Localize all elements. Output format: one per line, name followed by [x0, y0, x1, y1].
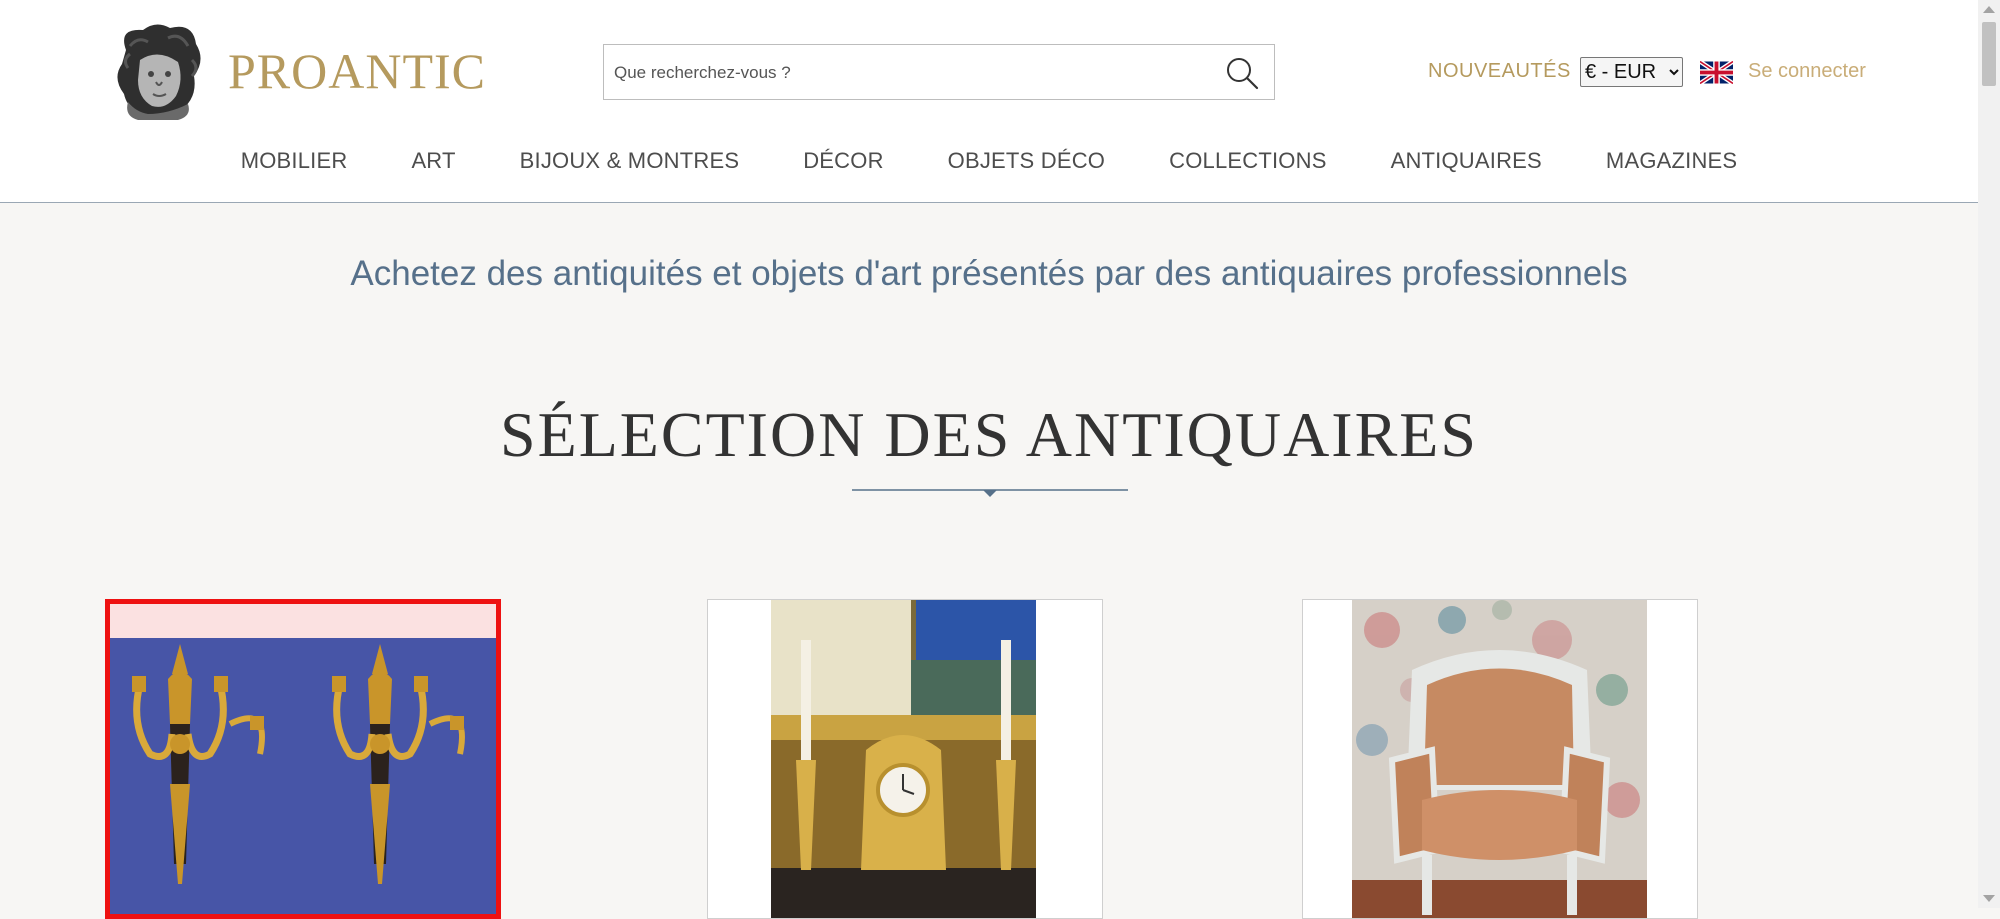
page-scrollbar[interactable]: [1978, 0, 2000, 908]
search-input[interactable]: [612, 45, 1206, 101]
product-card-sconces[interactable]: [105, 599, 501, 919]
new-arrivals-link[interactable]: NOUVEAUTÉS: [1428, 60, 1571, 83]
nav-item-mobilier[interactable]: MOBILIER: [241, 148, 348, 174]
nav-item-art[interactable]: ART: [411, 148, 455, 174]
logo-bust-icon: [117, 24, 201, 120]
search-bar: [603, 44, 1275, 101]
product-card-clock-garniture[interactable]: [707, 599, 1103, 919]
login-link[interactable]: Se connecter: [1748, 60, 1866, 83]
section-title: SÉLECTION DES ANTIQUAIRES: [500, 399, 1478, 470]
nav-item-collections[interactable]: COLLECTIONS: [1169, 148, 1326, 174]
logo[interactable]: PROANTIC: [108, 20, 486, 122]
product-card-bergere[interactable]: [1302, 599, 1698, 919]
search-icon[interactable]: [1224, 55, 1260, 91]
currency-select[interactable]: € - EUR: [1580, 57, 1683, 87]
nav-item-decor[interactable]: DÉCOR: [803, 148, 883, 174]
nav-item-antiquaires[interactable]: ANTIQUAIRES: [1391, 148, 1542, 174]
scroll-down-arrow-icon[interactable]: [1983, 895, 1995, 902]
nav-item-magazines[interactable]: MAGAZINES: [1606, 148, 1737, 174]
product-image[interactable]: [1352, 600, 1647, 919]
scrollbar-thumb[interactable]: [1982, 22, 1996, 86]
nav-item-bijoux-montres[interactable]: BIJOUX & MONTRES: [520, 148, 740, 174]
scroll-up-arrow-icon[interactable]: [1983, 6, 1995, 13]
main-nav: MOBILIER ART BIJOUX & MONTRES DÉCOR OBJE…: [0, 148, 1978, 174]
product-image[interactable]: [771, 600, 1036, 919]
product-image[interactable]: [110, 604, 500, 919]
site-header: PROANTIC NOUVEAUTÉS € - EUR Se connecter…: [0, 0, 1978, 203]
uk-flag-icon[interactable]: [1700, 60, 1733, 85]
brand-name: PROANTIC: [228, 43, 487, 99]
nav-item-objets-deco[interactable]: OBJETS DÉCO: [948, 148, 1105, 174]
tagline: Achetez des antiquités et objets d'art p…: [350, 254, 1628, 293]
title-divider: [852, 489, 1128, 497]
